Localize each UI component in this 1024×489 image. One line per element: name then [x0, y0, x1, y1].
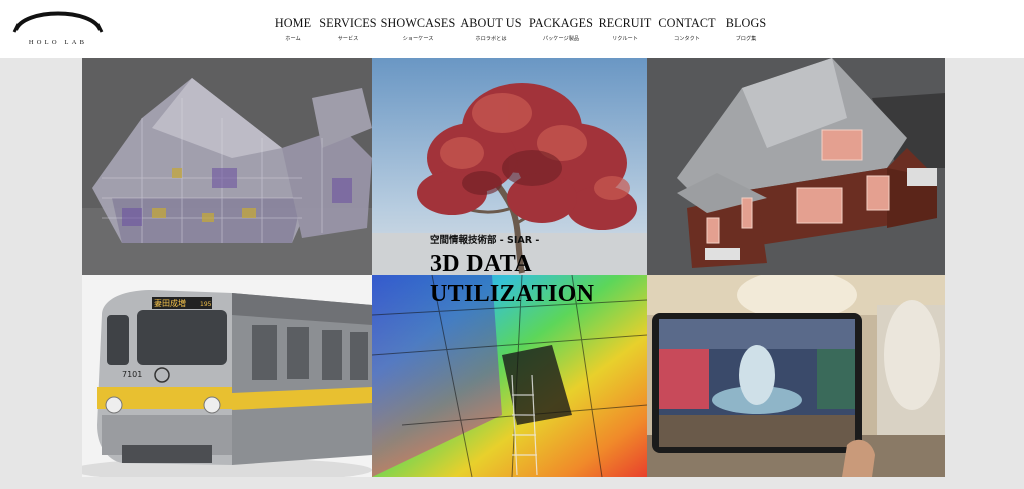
- pointcloud-house-image: [82, 58, 372, 275]
- nav-sub-label: ホロラボとは: [475, 36, 507, 42]
- nav-label: PACKAGES: [528, 16, 593, 30]
- main-nav: HOME ホーム SERVICES サービス SHOWCASES ショーケース …: [270, 16, 772, 50]
- train-destination: 妻田成増: [154, 298, 186, 308]
- nav-showcases[interactable]: SHOWCASES ショーケース: [380, 16, 456, 50]
- nav-label: SHOWCASES: [380, 16, 456, 30]
- tile-train: 妻田成増 195 7101: [82, 275, 372, 477]
- nav-home[interactable]: HOME ホーム: [270, 16, 316, 50]
- nav-contact[interactable]: CONTACT コンタクト: [654, 16, 720, 50]
- tile-pointcloud-house: [82, 58, 372, 275]
- nav-sub-label: ブログ集: [735, 36, 757, 42]
- tile-brick-house: [647, 58, 945, 275]
- nav-sub-label: コンタクト: [674, 36, 700, 42]
- nav-packages[interactable]: PACKAGES パッケージ製品: [526, 16, 596, 50]
- nav-blogs[interactable]: BLOGS ブログ集: [720, 16, 772, 50]
- site-header: HOLO LAB HOME ホーム SERVICES サービス SHOWCASE…: [0, 0, 1024, 58]
- nav-label: ABOUT US: [460, 16, 522, 30]
- nav-sub-label: ホーム: [285, 36, 301, 42]
- brick-house-image: [647, 58, 945, 275]
- nav-label: SERVICES: [319, 16, 377, 30]
- train-number-front: 7101: [122, 370, 142, 379]
- nav-label: RECRUIT: [598, 16, 652, 30]
- logo-text: HOLO LAB: [28, 39, 88, 46]
- logo-arc-icon: [12, 11, 104, 33]
- hero-title-line1: 3D DATA: [430, 251, 532, 277]
- nav-sub-label: リクルート: [612, 36, 638, 42]
- nav-about-us[interactable]: ABOUT US ホロラボとは: [456, 16, 526, 50]
- hero-title-line2: UTILIZATION: [430, 281, 595, 307]
- ar-tablet-image: [647, 275, 945, 477]
- nav-sub-label: パッケージ製品: [542, 36, 580, 42]
- nav-sub-label: ショーケース: [402, 36, 434, 42]
- holo-lab-logo[interactable]: HOLO LAB: [12, 6, 104, 48]
- hero-caption: 空間情報技術部 - SIAR - 3D DATA UTILIZATION: [430, 232, 594, 306]
- nav-recruit[interactable]: RECRUIT リクルート: [596, 16, 654, 50]
- train-image: 妻田成増 195 7101: [82, 275, 372, 477]
- nav-label: HOME: [274, 16, 312, 30]
- nav-label: BLOGS: [725, 16, 767, 30]
- tile-ar-tablet: [647, 275, 945, 477]
- nav-services[interactable]: SERVICES サービス: [316, 16, 380, 50]
- nav-label: CONTACT: [658, 16, 716, 30]
- nav-sub-label: サービス: [337, 36, 359, 42]
- train-number-top: 195: [200, 301, 212, 308]
- hero-subtitle: 空間情報技術部 - SIAR -: [430, 235, 540, 246]
